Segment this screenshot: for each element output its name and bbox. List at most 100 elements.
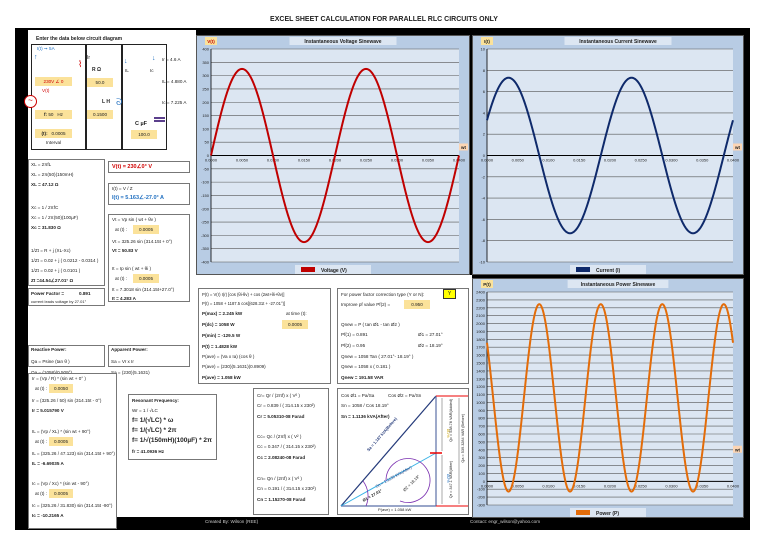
improve-pf-input[interactable]: 0.950 [404, 300, 430, 309]
c-label: C µF [135, 121, 148, 127]
x-tick-label: 0.0250 [360, 158, 373, 163]
y-tick-label: 1100 [476, 392, 485, 397]
y-tick-label: 8 [483, 68, 486, 73]
interval-label: Interval [46, 140, 62, 145]
ir-time-input[interactable]: 0.0050 [49, 384, 73, 393]
impedance-panel [28, 159, 105, 286]
y-tick-label: 600 [478, 432, 485, 437]
y-tick-label: 1400 [476, 368, 486, 373]
legend-label: Power (P) [596, 511, 619, 517]
it-formula2: It = Ip sin ( wt + θi ) [112, 266, 152, 271]
instantaneous-panel: Vt = Vp sin ( wt + θv ) at (t) : 0.0005 … [108, 214, 190, 302]
vt-value: V(t) = 230∠0° V [112, 164, 152, 170]
pt-result: P(t) = 1.4828 kW [202, 344, 238, 349]
y-tick-label: -200 [201, 206, 210, 211]
c-input[interactable]: 100.0 [131, 130, 157, 139]
qnew-equation: Qnew = 1058 Tan ( 27.01°- 18.19° ) [341, 354, 414, 359]
x-tick-label: 0.0100 [542, 158, 555, 163]
impedance-line: Xc = 1 / 2π(50)(100µF) [31, 215, 79, 220]
l-input[interactable]: 0.1500 [87, 110, 113, 119]
voltage-input[interactable]: 230V ∠ 0 [35, 77, 72, 86]
impedance-line: XL = 2πfL [31, 162, 52, 167]
y-tick-label: 700 [478, 424, 485, 429]
resonant-line: f= 1/(√LC) * 2π [132, 427, 177, 434]
y-tick-label: 1800 [476, 337, 486, 342]
ic-formula: Ic = (Vp / Xc) * (sin wt - 90°) [32, 481, 89, 486]
vt-formula: Vt = Vp sin ( wt + θv ) [112, 217, 156, 222]
resonant-result: fr = 41.0936 Hz [132, 449, 165, 454]
ic-time-input[interactable]: 0.0005 [49, 489, 73, 498]
power-panel: P(t) = V(r) I(r) [cos (θi-θv) + cos (2wt… [198, 288, 331, 384]
l-label: L H [102, 99, 110, 105]
impedance-line: 1/Zt = 0.02 + j ( 0.0212 - 0.0314 ) [31, 258, 99, 263]
y-tick-label: 1000 [476, 400, 486, 405]
y-tick-label: 2400 [476, 290, 486, 295]
impedance-line: XL = 2π(50)(150mH) [31, 172, 74, 177]
y-tick-label: 2 [483, 132, 486, 137]
qc-label: Qc = 538.78 VAR(Added) [449, 399, 453, 442]
it-formula: I(t) = V / Z [112, 186, 133, 191]
vt-box: V(t) = 230∠0° V [108, 161, 190, 173]
y-tick-label: 200 [478, 463, 485, 468]
t-label: (t): [41, 131, 48, 136]
it-time-input[interactable]: 0.0005 [133, 274, 159, 283]
x-tick-label: 0.0350 [696, 483, 709, 488]
r-label: R Ω [92, 67, 102, 73]
current-chart: -10 -8 -6 -4 -2 0 2 4 6 8 10 0.0000 0.0050 0.0100 0.01… [472, 35, 744, 275]
y-tick-label: 50 [205, 140, 210, 145]
chart-title: Instantaneous Power Sinewave [581, 282, 656, 288]
pf2-value: Pf(2) = 0.95 [341, 343, 366, 348]
y-tick-label: -200 [477, 495, 486, 500]
resonant-line: f= 1/(√LC) * ω [132, 417, 174, 424]
cap-line: Cr= Qr / (2πf) x ( V² ) [257, 393, 300, 398]
inductor-icon: ᘐ [116, 97, 123, 107]
power-time-input[interactable]: 0.0005 [282, 320, 308, 329]
source-current-label: I(t) ➞ 5A [37, 46, 55, 51]
x-tick-label: 0.0050 [512, 483, 525, 488]
vt-label: V(t) [42, 88, 50, 93]
il-result: IL = 4.880 A [162, 79, 187, 84]
il-time-input[interactable]: 0.0005 [49, 437, 73, 446]
sheet-title: EXCEL SHEET CALCULATION FOR PARALLEL RLC… [270, 16, 498, 23]
pt-formula: P(t) = V(r) I(r) [cos (θi-θv) + cos (2wt… [202, 292, 285, 297]
angle-value: 0 [60, 79, 64, 84]
it-result: It = 4.283 A [112, 296, 136, 301]
correction-type-input[interactable]: Y [443, 289, 456, 299]
at-label: at (t) : [35, 491, 47, 496]
improve-pf-label: Improve pf value Pf(2) = [341, 302, 391, 307]
t-value: 0.0005 [51, 131, 66, 136]
branch-currents-panel: Ir = (Vp / R) * (sin wt + 0° ) at (t) : … [28, 373, 117, 529]
y-tick-label: 1500 [476, 361, 486, 366]
y-axis-label: I(t) [484, 39, 490, 44]
qnew-formula: Qnew = P ( tan Ø1 - tan Ø2 ) [341, 322, 400, 327]
il-arrow-icon: ↓ [124, 58, 128, 65]
x-tick-label: 0.0300 [665, 158, 678, 163]
chart-title: Instantaneous Voltage Sinewave [304, 39, 381, 45]
f-value: 50 [48, 112, 54, 117]
y-tick-label: -4 [481, 196, 485, 201]
voltage-chart-svg: -400-350-300-250-200-150-100-50050100150… [201, 37, 468, 274]
y-tick-label: 1600 [476, 353, 486, 358]
interval-input[interactable]: (t): 0.0005 [35, 129, 72, 138]
power-chart-svg: -300-200-1000100200300400500600700800900… [476, 280, 742, 517]
x-axis-label: wt [734, 447, 741, 452]
legend-swatch [576, 267, 590, 272]
x-tick-label: 0.0150 [573, 483, 586, 488]
circuit-heading: Enter the data below circuit diagram [36, 36, 123, 42]
reactive-line: Qa = Psine (tan θ ) [31, 359, 70, 364]
x-tick-label: 0.0050 [236, 158, 249, 163]
frequency-input[interactable]: f: 50 Hz [35, 110, 72, 119]
cn-result: Cn = 1.15270-08 Farad [257, 497, 306, 502]
y-tick-label: 500 [478, 439, 485, 444]
vt-time-input[interactable]: 0.0005 [133, 225, 159, 234]
pf1-value: Pf(1) = 0.891 [341, 332, 368, 337]
r-input[interactable]: 50.0 [87, 78, 113, 87]
y-tick-label: -2 [481, 174, 485, 179]
y-tick-label: 10 [481, 47, 486, 52]
xl-result: XL = 47.12 Ω [31, 182, 59, 187]
ic-result: Ic = 7.225 A [162, 100, 187, 105]
x-tick-label: 0.0400 [727, 158, 740, 163]
x-axis-label: wt [460, 145, 467, 150]
it-label: I(t) [37, 46, 43, 51]
zt-result: Zt =44.54∠27.01° Ω [31, 278, 74, 283]
